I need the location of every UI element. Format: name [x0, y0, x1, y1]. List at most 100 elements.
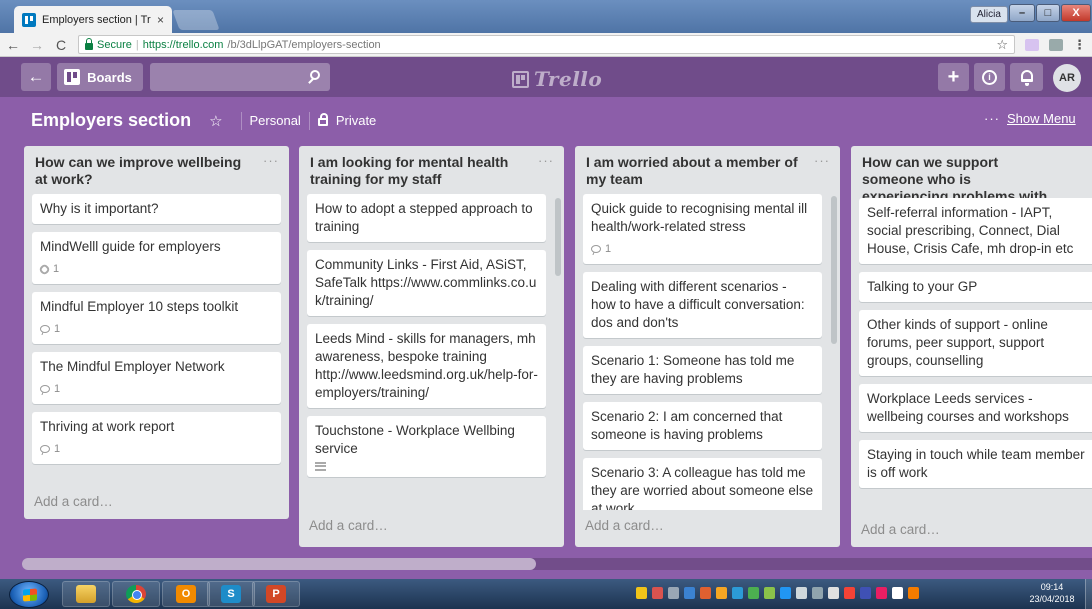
list-title[interactable]: I am worried about a member of my team: [586, 154, 808, 188]
list-header[interactable]: How can we improve wellbeing at work? ··…: [24, 146, 289, 194]
card[interactable]: How to adopt a stepped approach to train…: [307, 194, 546, 242]
tray-icon[interactable]: [716, 587, 727, 599]
boards-label: Boards: [87, 69, 132, 85]
tab-close-icon[interactable]: ×: [157, 13, 164, 27]
window-minimize-button[interactable]: –: [1009, 4, 1035, 22]
add-button[interactable]: +: [938, 63, 969, 91]
card[interactable]: Leeds Mind - skills for managers, mh awa…: [307, 324, 546, 408]
add-card-button[interactable]: Add a card…: [24, 486, 289, 517]
new-tab-button[interactable]: [172, 10, 220, 30]
card[interactable]: Scenario 2: I am concerned that someone …: [583, 402, 822, 450]
taskbar-app-chrome[interactable]: [112, 581, 160, 607]
card[interactable]: Talking to your GP: [859, 272, 1092, 302]
taskbar-app-outlook[interactable]: O: [162, 581, 210, 607]
extension-icon[interactable]: [1025, 38, 1039, 51]
list-title[interactable]: How can we improve wellbeing at work?: [35, 154, 257, 188]
browser-menu-icon[interactable]: ⋮: [1073, 37, 1086, 53]
tray-icon[interactable]: [764, 587, 775, 599]
boards-button[interactable]: Boards: [57, 63, 143, 91]
trello-logo[interactable]: Trello: [512, 67, 602, 91]
url-host: https://trello.com: [142, 38, 224, 51]
browser-toolbar: ← → C Secure | https://trello.com/b/3dLl…: [0, 33, 1092, 57]
tray-icon[interactable]: [860, 587, 871, 599]
list-header[interactable]: I am worried about a member of my team ·…: [575, 146, 840, 194]
board-title[interactable]: Employers section: [31, 110, 191, 131]
window-user-label[interactable]: Alicia: [970, 6, 1008, 23]
card[interactable]: Staying in touch while team member is of…: [859, 440, 1092, 488]
taskbar-app-explorer[interactable]: [62, 581, 110, 607]
bookmark-star-icon[interactable]: ☆: [996, 37, 1008, 53]
card[interactable]: Thriving at work report 1: [32, 412, 281, 464]
divider: [240, 111, 242, 130]
tray-icon[interactable]: [636, 587, 647, 599]
board-scrollbar[interactable]: [22, 558, 1092, 570]
window-close-button[interactable]: X: [1061, 4, 1091, 22]
list-menu-icon[interactable]: ···: [263, 153, 279, 168]
clock-date: 23/04/2018: [1029, 594, 1075, 604]
card-badges: 1: [591, 240, 814, 258]
card[interactable]: Quick guide to recognising mental ill he…: [583, 194, 822, 264]
card[interactable]: Community Links - First Aid, ASiST, Safe…: [307, 250, 546, 316]
card[interactable]: Self-referral information - IAPT, social…: [859, 198, 1092, 264]
list-header[interactable]: How can we support someone who is experi…: [851, 146, 1092, 221]
info-button[interactable]: i: [974, 63, 1005, 91]
list-menu-icon[interactable]: ···: [538, 153, 554, 168]
add-card-button[interactable]: Add a card…: [851, 514, 1092, 545]
card[interactable]: MindWelll guide for employers 1: [32, 232, 281, 284]
show-menu-button[interactable]: ··· Show Menu: [984, 111, 1076, 126]
card[interactable]: Touchstone - Workplace Wellbing service: [307, 416, 546, 477]
start-button[interactable]: [9, 581, 49, 608]
show-desktop-button[interactable]: [1085, 579, 1092, 609]
card[interactable]: Mindful Employer 10 steps toolkit 1: [32, 292, 281, 344]
card-badges: 1: [40, 320, 273, 338]
back-button[interactable]: ←: [21, 63, 51, 91]
search-icon[interactable]: [310, 70, 320, 80]
tray-icon[interactable]: [684, 587, 695, 599]
card[interactable]: Workplace Leeds services - wellbeing cou…: [859, 384, 1092, 432]
back-arrow-icon[interactable]: ←: [6, 37, 20, 53]
tray-icon[interactable]: [812, 587, 823, 599]
list-title[interactable]: I am looking for mental health training …: [310, 154, 532, 188]
tray-icon[interactable]: [700, 587, 711, 599]
avatar[interactable]: AR: [1053, 64, 1081, 92]
tray-icon[interactable]: [892, 587, 903, 599]
board-scrollbar-thumb[interactable]: [22, 558, 536, 570]
board-visibility[interactable]: Private: [317, 113, 376, 128]
window-maximize-button[interactable]: □: [1036, 4, 1060, 22]
taskbar-app-skype[interactable]: S: [207, 581, 255, 607]
card[interactable]: Dealing with different scenarios - how t…: [583, 272, 822, 338]
tray-icon[interactable]: [748, 587, 759, 599]
tray-icon[interactable]: [668, 587, 679, 599]
tray-icon[interactable]: [908, 587, 919, 599]
board-team[interactable]: Personal: [250, 113, 301, 128]
tray-icon[interactable]: [844, 587, 855, 599]
extension-icon[interactable]: [1049, 38, 1063, 51]
comment-icon: [40, 445, 50, 453]
notifications-button[interactable]: [1010, 63, 1043, 91]
card[interactable]: Scenario 1: Someone has told me they are…: [583, 346, 822, 394]
add-card-button[interactable]: Add a card…: [575, 510, 840, 541]
tray-icon[interactable]: [780, 587, 791, 599]
tray-icon[interactable]: [876, 587, 887, 599]
tray-icon[interactable]: [732, 587, 743, 599]
card[interactable]: Scenario 3: A colleague has told me they…: [583, 458, 822, 510]
address-bar[interactable]: Secure | https://trello.com/b/3dLlpGAT/e…: [78, 35, 1015, 54]
tray-icon[interactable]: [652, 587, 663, 599]
add-card-button[interactable]: Add a card…: [299, 510, 564, 541]
tray-icon[interactable]: [828, 587, 839, 599]
taskbar-app-powerpoint[interactable]: P: [252, 581, 300, 607]
star-icon[interactable]: ☆: [209, 112, 222, 130]
list-menu-icon[interactable]: ···: [814, 153, 830, 168]
search-input[interactable]: [150, 63, 330, 91]
list-support-someone: How can we support someone who is experi…: [851, 146, 1092, 547]
tray-icon[interactable]: [796, 587, 807, 599]
list-header[interactable]: I am looking for mental health training …: [299, 146, 564, 194]
card[interactable]: The Mindful Employer Network 1: [32, 352, 281, 404]
card[interactable]: Why is it important?: [32, 194, 281, 224]
reload-icon[interactable]: C: [54, 37, 68, 53]
card[interactable]: Other kinds of support - online forums, …: [859, 310, 1092, 376]
system-tray: [636, 587, 919, 599]
taskbar-clock[interactable]: 09:14 23/04/2018: [1022, 581, 1082, 605]
forward-arrow-icon[interactable]: →: [30, 37, 44, 53]
browser-tab[interactable]: Employers section | Trello ×: [14, 6, 172, 33]
